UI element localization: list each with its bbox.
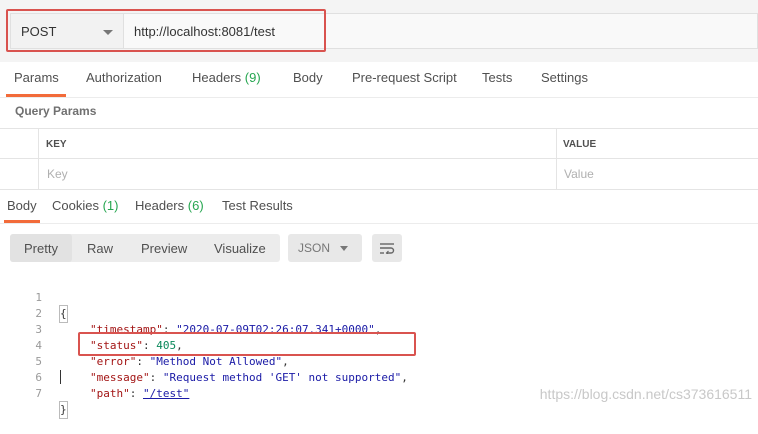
code-line: 5 "message": "Request method 'GET' not s… bbox=[35, 355, 408, 384]
tab-pre-request-script[interactable]: Pre-request Script bbox=[352, 70, 457, 88]
code-line: 1 { bbox=[35, 291, 68, 323]
cookies-count: (1) bbox=[102, 198, 119, 213]
language-label: JSON bbox=[298, 241, 331, 255]
tab-headers[interactable]: Headers (9) bbox=[192, 70, 261, 88]
format-pretty-button[interactable]: Pretty bbox=[24, 241, 58, 256]
query-params-title: Query Params bbox=[15, 104, 97, 118]
tab-params[interactable]: Params bbox=[14, 70, 59, 88]
query-params-table: KEY VALUE Key Value bbox=[0, 128, 758, 190]
text-cursor bbox=[60, 370, 61, 384]
wrap-lines-button[interactable] bbox=[372, 234, 402, 262]
highlight-box-request bbox=[6, 9, 326, 52]
tab-settings[interactable]: Settings bbox=[541, 70, 588, 88]
path-link[interactable]: "/test" bbox=[143, 387, 189, 400]
tab-authorization[interactable]: Authorization bbox=[86, 70, 162, 88]
highlight-box-message bbox=[78, 332, 416, 356]
response-tab-headers[interactable]: Headers (6) bbox=[135, 198, 204, 213]
code-line: 3 "status": 405, bbox=[35, 323, 183, 352]
key-input[interactable]: Key bbox=[47, 167, 68, 181]
format-preview-button[interactable]: Preview bbox=[141, 241, 187, 256]
watermark: https://blog.csdn.net/cs373616511 bbox=[539, 386, 752, 402]
divider bbox=[0, 223, 758, 224]
divider bbox=[0, 97, 758, 98]
headers-count: (9) bbox=[244, 70, 261, 85]
format-visualize-button[interactable]: Visualize bbox=[214, 241, 266, 256]
format-group: Pretty Raw Preview Visualize bbox=[10, 234, 280, 262]
response-tab-test-results[interactable]: Test Results bbox=[222, 198, 293, 213]
format-raw-button[interactable]: Raw bbox=[87, 241, 113, 256]
value-input[interactable]: Value bbox=[564, 167, 594, 181]
column-header-key: KEY bbox=[46, 139, 67, 150]
code-line: 2 "timestamp": "2020-07-09T02:26:07.341+… bbox=[35, 307, 382, 336]
code-line: 7 } bbox=[35, 387, 68, 419]
language-select[interactable]: JSON bbox=[288, 234, 362, 262]
response-headers-count: (6) bbox=[187, 198, 204, 213]
tab-tests[interactable]: Tests bbox=[482, 70, 512, 88]
request-bar: POST http://localhost:8081/test bbox=[0, 0, 758, 62]
code-line: 6 "path": "/test" bbox=[35, 371, 190, 400]
response-tab-cookies[interactable]: Cookies (1) bbox=[52, 198, 118, 213]
code-line: 4 "error": "Method Not Allowed", bbox=[35, 339, 289, 368]
tab-body[interactable]: Body bbox=[293, 70, 323, 88]
chevron-down-icon bbox=[340, 246, 348, 251]
wrap-lines-icon bbox=[380, 243, 395, 254]
column-header-value: VALUE bbox=[563, 139, 597, 150]
response-tab-body[interactable]: Body bbox=[7, 198, 37, 213]
